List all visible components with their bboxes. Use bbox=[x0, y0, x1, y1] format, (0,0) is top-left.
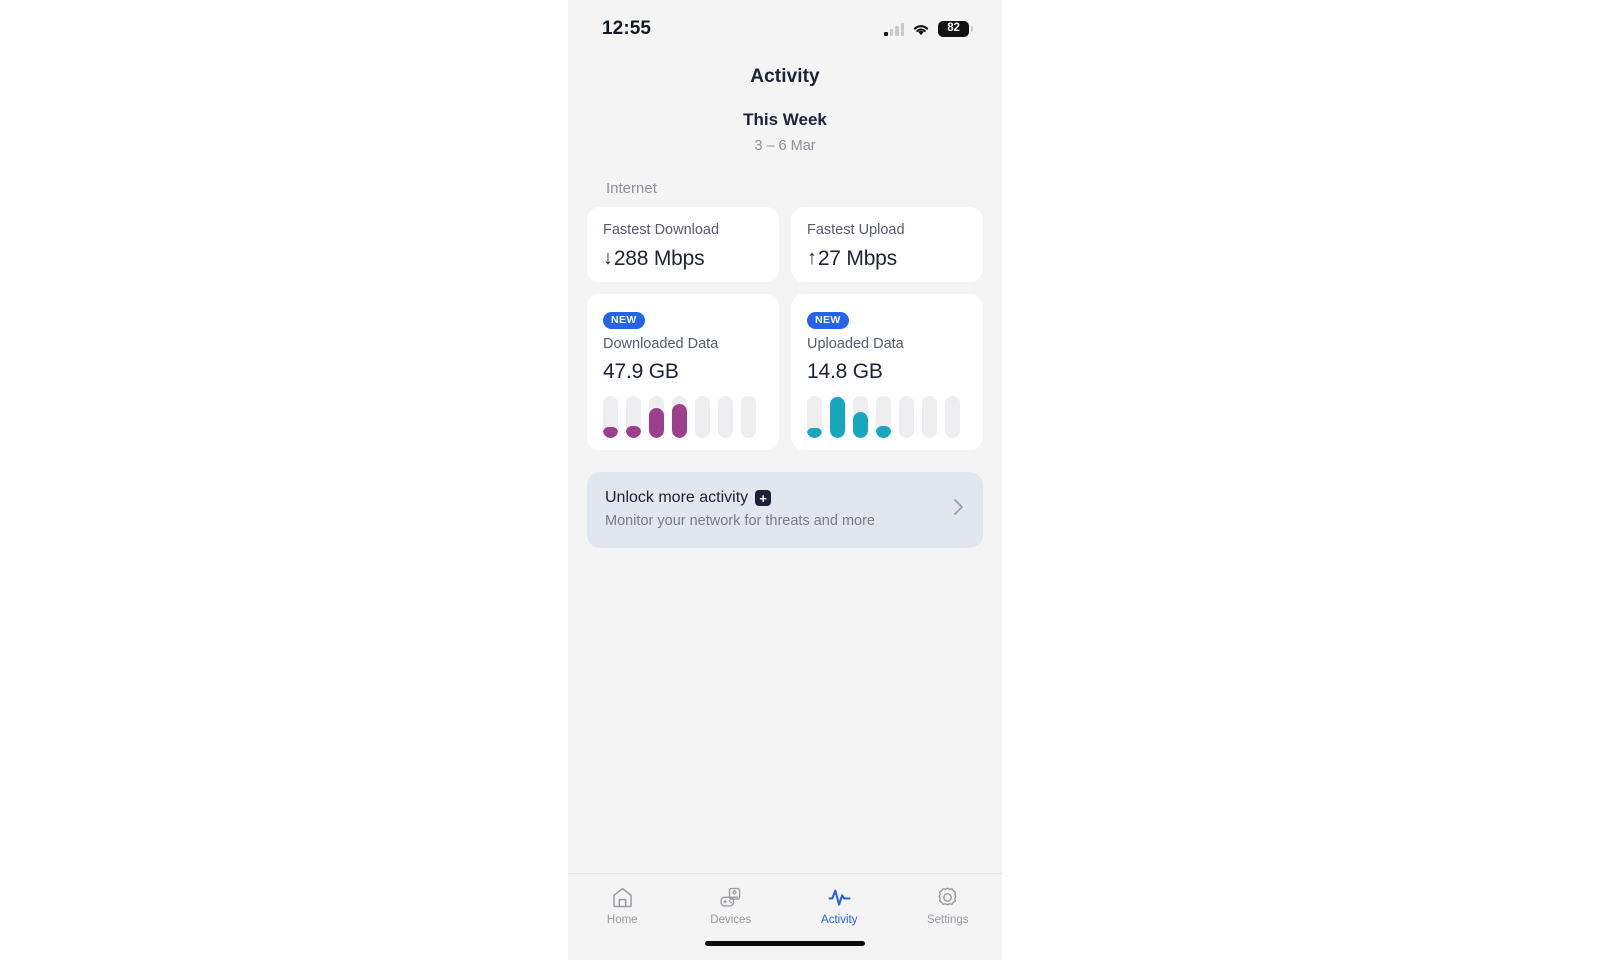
tab-label: Activity bbox=[821, 913, 858, 926]
home-icon bbox=[613, 887, 632, 907]
bar-fill bbox=[807, 427, 822, 439]
cellular-signal-icon bbox=[884, 22, 904, 36]
arrow-up-icon: ↑ bbox=[807, 247, 817, 270]
home-indicator bbox=[705, 940, 865, 946]
battery-level: 82 bbox=[947, 22, 960, 35]
bar-track bbox=[695, 396, 710, 439]
promo-title-text: Unlock more activity bbox=[605, 489, 749, 507]
uploaded-data-card[interactable]: NEW Uploaded Data 14.8 GB bbox=[791, 294, 983, 451]
battery-icon: 82 bbox=[938, 21, 973, 37]
card-label: Uploaded Data bbox=[807, 335, 904, 352]
bar-fill bbox=[649, 408, 664, 439]
card-value: ↑ 27 Mbps bbox=[807, 248, 967, 269]
bar-track bbox=[626, 396, 641, 439]
bar-track bbox=[922, 396, 937, 439]
arrow-down-icon: ↓ bbox=[603, 247, 613, 270]
period-range: 3 – 6 Mar bbox=[754, 138, 816, 154]
plus-badge-icon: + bbox=[755, 490, 772, 507]
fastest-upload-card[interactable]: Fastest Upload ↑ 27 Mbps bbox=[791, 207, 983, 282]
gear-icon bbox=[938, 887, 957, 905]
tab-home[interactable]: Home bbox=[568, 885, 677, 927]
section-label-internet: Internet bbox=[606, 180, 657, 197]
data-card-row: NEW Downloaded Data 47.9 GB NEW Uploaded… bbox=[587, 294, 983, 451]
bar-fill bbox=[830, 397, 845, 439]
bar-track bbox=[876, 396, 891, 439]
bar-track bbox=[672, 396, 687, 439]
downloaded-data-card[interactable]: NEW Downloaded Data 47.9 GB bbox=[587, 294, 779, 451]
bottom-tab-bar: Home Devices Activity Settings bbox=[568, 872, 1003, 927]
bar-fill bbox=[853, 412, 868, 439]
bar-track bbox=[718, 396, 733, 439]
card-label: Fastest Upload bbox=[807, 222, 905, 238]
tab-label: Settings bbox=[926, 913, 969, 926]
speed-card-row: Fastest Download ↓ 288 Mbps Fastest Uplo… bbox=[587, 207, 983, 282]
bar-track bbox=[649, 396, 664, 439]
status-time: 12:55 bbox=[602, 18, 652, 39]
status-badge: NEW bbox=[603, 312, 645, 329]
tab-label: Home bbox=[606, 913, 638, 926]
unlock-more-activity-banner[interactable]: Unlock more activity + Monitor your netw… bbox=[587, 472, 983, 548]
promo-title: Unlock more activity + bbox=[605, 489, 942, 507]
period-title[interactable]: This Week bbox=[568, 110, 1002, 130]
bar-fill bbox=[876, 425, 891, 439]
upload-bar-chart bbox=[807, 396, 967, 439]
card-label: Fastest Download bbox=[603, 222, 720, 238]
card-value: ↓ 288 Mbps bbox=[603, 248, 763, 269]
card-value: 47.9 GB bbox=[603, 360, 679, 384]
bar-fill bbox=[672, 403, 687, 439]
devices-icon bbox=[720, 887, 741, 907]
phone-viewport: 12:55 82 Activity This Week 3 – 6 Mar In… bbox=[568, 0, 1002, 960]
status-bar: 12:55 82 bbox=[568, 0, 1002, 58]
tab-devices[interactable]: Devices bbox=[677, 885, 786, 927]
card-label: Downloaded Data bbox=[603, 335, 719, 352]
promo-text: Unlock more activity + Monitor your netw… bbox=[605, 489, 942, 530]
bar-fill bbox=[603, 426, 618, 439]
bar-track bbox=[807, 396, 822, 439]
bar-track bbox=[945, 396, 960, 439]
card-value-text: 27 Mbps bbox=[817, 246, 897, 270]
wifi-icon bbox=[913, 24, 929, 35]
status-icons: 82 bbox=[884, 21, 973, 37]
bar-track bbox=[603, 396, 618, 439]
screenshot-canvas: 12:55 82 Activity This Week 3 – 6 Mar In… bbox=[0, 0, 1600, 960]
promo-subtitle: Monitor your network for threats and mor… bbox=[605, 513, 875, 530]
bar-track bbox=[741, 396, 756, 439]
bar-track bbox=[830, 396, 845, 439]
page-header: Activity This Week 3 – 6 Mar bbox=[568, 58, 1002, 154]
bar-track bbox=[899, 396, 914, 439]
card-value: 14.8 GB bbox=[807, 360, 883, 384]
tab-settings[interactable]: Settings bbox=[894, 885, 1003, 927]
main-content: Internet Fastest Download ↓ 288 Mbps Fas… bbox=[568, 154, 1002, 873]
tab-activity[interactable]: Activity bbox=[785, 885, 894, 927]
activity-pulse-icon bbox=[828, 889, 851, 906]
page-title: Activity bbox=[750, 66, 820, 87]
status-badge: NEW bbox=[807, 312, 849, 329]
download-bar-chart bbox=[603, 396, 763, 439]
chevron-right-icon[interactable] bbox=[952, 497, 965, 522]
home-indicator-area bbox=[568, 926, 1002, 960]
bar-fill bbox=[626, 425, 641, 439]
tab-label: Devices bbox=[710, 913, 752, 926]
bar-track bbox=[853, 396, 868, 439]
fastest-download-card[interactable]: Fastest Download ↓ 288 Mbps bbox=[587, 207, 779, 282]
card-value-text: 288 Mbps bbox=[613, 246, 705, 270]
